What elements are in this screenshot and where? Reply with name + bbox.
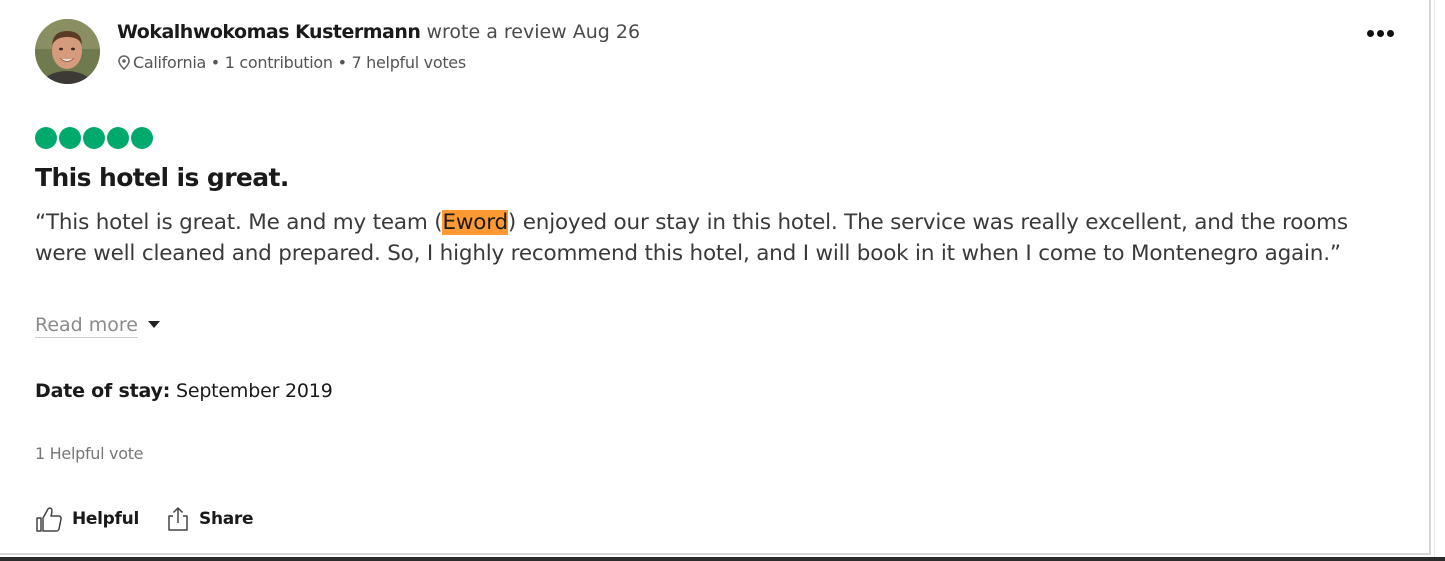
reviewer-name[interactable]: Wokalhwokomas Kustermann bbox=[117, 21, 421, 43]
share-icon bbox=[168, 507, 188, 531]
helpful-vote-count: 1 Helpful vote bbox=[35, 444, 144, 463]
share-label: Share bbox=[199, 509, 254, 529]
helpful-button[interactable]: Helpful bbox=[35, 503, 139, 535]
date-of-stay-label: Date of stay: bbox=[35, 380, 171, 402]
helpful-label: Helpful bbox=[72, 509, 139, 529]
rating-bubble bbox=[107, 127, 129, 149]
reviewer-headline: Wokalhwokomas Kustermann wrote a review … bbox=[117, 20, 640, 44]
review-body: “This hotel is great. Me and my team (Ew… bbox=[35, 207, 1405, 269]
review-title[interactable]: This hotel is great. bbox=[35, 162, 289, 194]
review-date-text: wrote a review Aug 26 bbox=[426, 21, 641, 43]
rating-bubble bbox=[59, 127, 81, 149]
more-dots-icon bbox=[1366, 29, 1394, 37]
rating-bubble bbox=[131, 127, 153, 149]
reviewer-helpful-votes: 7 helpful votes bbox=[351, 53, 467, 72]
meta-separator: • bbox=[337, 53, 347, 72]
read-more-button[interactable]: Read more bbox=[35, 313, 160, 338]
share-button[interactable]: Share bbox=[166, 503, 254, 535]
more-options-button[interactable] bbox=[1356, 22, 1404, 44]
reviewer-meta: California • 1 contribution • 7 helpful … bbox=[118, 52, 466, 76]
highlighted-word: Eword bbox=[442, 210, 508, 235]
reviewer-contributions: 1 contribution bbox=[224, 53, 333, 72]
window-bottom-border bbox=[0, 557, 1445, 561]
caret-down-icon bbox=[148, 321, 160, 328]
avatar-image bbox=[35, 19, 100, 84]
meta-separator: • bbox=[210, 53, 220, 72]
date-of-stay-value: September 2019 bbox=[175, 380, 333, 402]
scrollbar-track[interactable] bbox=[1434, 0, 1445, 561]
read-more-label: Read more bbox=[35, 314, 138, 338]
review-card: Wokalhwokomas Kustermann wrote a review … bbox=[0, 0, 1431, 555]
thumbs-up-icon bbox=[36, 507, 62, 532]
date-of-stay: Date of stay: September 2019 bbox=[35, 379, 333, 403]
rating-bubbles bbox=[35, 127, 153, 149]
rating-bubble bbox=[35, 127, 57, 149]
reviewer-avatar[interactable] bbox=[35, 19, 100, 84]
location-pin-icon bbox=[118, 54, 130, 76]
review-body-text: “This hotel is great. Me and my team ( bbox=[35, 210, 443, 235]
reviewer-location: California bbox=[133, 53, 206, 72]
rating-bubble bbox=[83, 127, 105, 149]
